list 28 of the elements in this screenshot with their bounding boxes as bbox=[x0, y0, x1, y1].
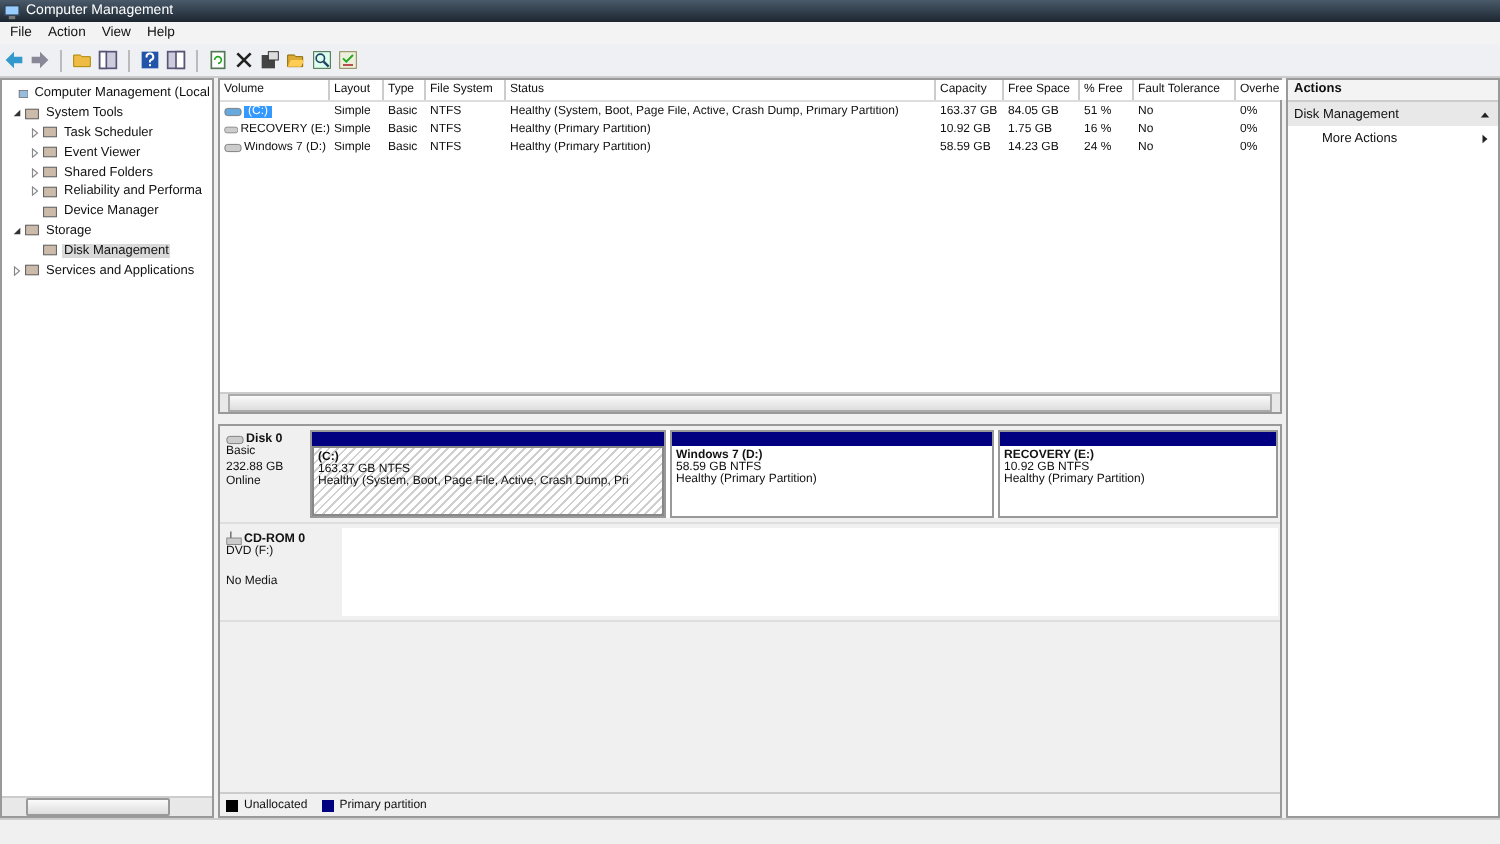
magnifier-icon[interactable] bbox=[312, 50, 332, 70]
tree-node-icon bbox=[24, 262, 40, 279]
refresh-icon[interactable] bbox=[208, 50, 228, 70]
collapsed-arrow-icon[interactable] bbox=[29, 186, 39, 197]
panel-icon[interactable] bbox=[98, 50, 118, 70]
back-arrow-icon[interactable] bbox=[4, 50, 24, 70]
tree-node-icon bbox=[42, 144, 58, 161]
submenu-arrow-icon[interactable] bbox=[1480, 134, 1490, 144]
forward-arrow-icon[interactable] bbox=[30, 50, 50, 70]
collapsed-arrow-icon[interactable] bbox=[11, 265, 21, 276]
checklist-icon[interactable] bbox=[338, 50, 358, 70]
tree-node-icon bbox=[17, 85, 29, 102]
collapsed-arrow-icon[interactable] bbox=[29, 147, 39, 158]
expanded-arrow-icon[interactable] bbox=[11, 225, 21, 236]
tree-node-icon bbox=[42, 242, 58, 259]
horizontal-scrollbar[interactable] bbox=[2, 796, 212, 816]
expanded-arrow-icon[interactable] bbox=[11, 108, 21, 119]
collapsed-arrow-icon[interactable] bbox=[29, 167, 39, 178]
properties-icon[interactable] bbox=[260, 50, 280, 70]
cd-drive-icon bbox=[226, 530, 242, 546]
horizontal-scrollbar[interactable] bbox=[220, 392, 1280, 412]
help-icon[interactable] bbox=[140, 50, 160, 70]
open-folder-icon[interactable] bbox=[286, 50, 306, 70]
panel-icon[interactable] bbox=[166, 50, 186, 70]
collapse-arrow-icon[interactable] bbox=[1480, 109, 1490, 119]
delete-icon[interactable] bbox=[234, 50, 254, 70]
computer-icon bbox=[4, 3, 20, 19]
collapsed-arrow-icon[interactable] bbox=[29, 127, 39, 138]
